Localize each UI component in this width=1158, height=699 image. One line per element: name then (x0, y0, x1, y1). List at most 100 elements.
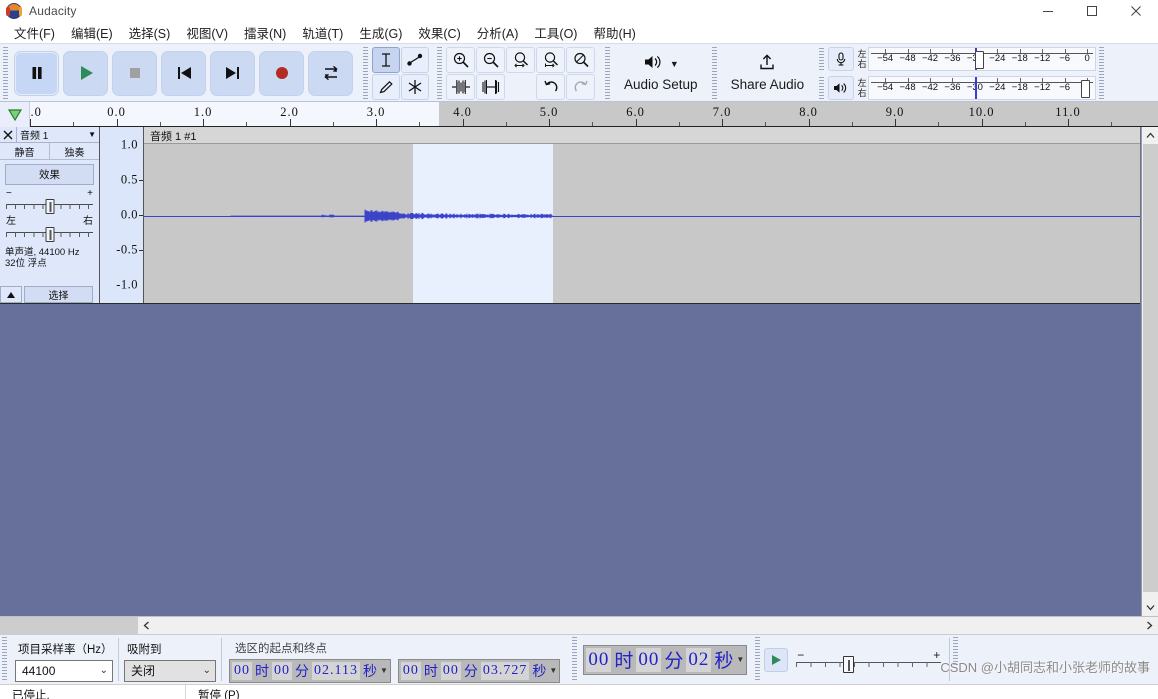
trim-audio-button[interactable] (446, 73, 475, 100)
menu-effect[interactable]: 效果(C) (410, 21, 468, 45)
share-audio-button[interactable]: Share Audio (720, 47, 815, 99)
audio-position-time[interactable]: 00 时 00 分 02 秒 ▼ (583, 644, 748, 675)
fit-selection-button[interactable] (506, 46, 535, 73)
play-button[interactable] (63, 50, 108, 96)
speed-slider-thumb[interactable] (843, 655, 855, 673)
selection-toolbar-grip[interactable] (1, 637, 9, 682)
selection-start-time[interactable]: 00 时 00 分 02.113 秒 ▼ (229, 658, 391, 683)
scroll-down-icon[interactable] (1141, 599, 1158, 616)
scroll-left-icon[interactable] (138, 617, 155, 634)
menu-analyze[interactable]: 分析(A) (469, 21, 527, 45)
timeline-ruler[interactable]: -1.0 0.0 1.0 2.0 3.0 4.0 5.0 6.0 7.0 8.0 9.0 10.0 11… (30, 102, 1158, 126)
envelope-tool-button[interactable] (401, 46, 429, 73)
tools-toolbar-grip[interactable] (362, 47, 370, 99)
playback-meter[interactable]: 左右 −54−48−42−36−30−24−18−12−60 (817, 75, 1097, 101)
pan-right-label: 右 (83, 216, 93, 227)
dock-end-grip[interactable] (1098, 47, 1107, 99)
play-at-speed-grip[interactable] (754, 637, 763, 682)
menu-tracks[interactable]: 轨道(T) (294, 21, 351, 45)
solo-button[interactable]: 独奏 (50, 143, 99, 159)
meter-tick-label: −24 (989, 52, 1006, 64)
undo-button[interactable] (536, 73, 565, 100)
menu-view[interactable]: 视图(V) (178, 21, 236, 45)
mute-button[interactable]: 静音 (0, 143, 50, 159)
menu-edit[interactable]: 编辑(E) (63, 21, 121, 45)
menu-generate[interactable]: 生成(G) (351, 21, 410, 45)
chevron-down-icon[interactable]: ▼ (735, 655, 746, 664)
gain-slider[interactable]: − + (6, 188, 93, 216)
horizontal-scrollbar[interactable] (0, 616, 1158, 634)
audio-setup-grip[interactable] (604, 47, 612, 99)
playback-speed-slider[interactable]: − + (796, 647, 942, 673)
multi-tool-button[interactable] (401, 73, 429, 100)
zoom-out-button[interactable] (476, 46, 505, 73)
menu-select[interactable]: 选择(S) (121, 21, 179, 45)
selection-end-time[interactable]: 00 时 00 分 03.727 秒 ▼ (397, 658, 561, 683)
pan-slider-thumb[interactable] (45, 227, 54, 242)
audio-clip[interactable]: 音频 1 #1 (144, 127, 1140, 303)
playback-meter-grip[interactable] (818, 76, 827, 101)
menu-transport[interactable]: 擂录(N) (236, 21, 294, 45)
pinned-play-head-icon[interactable] (0, 102, 30, 127)
loop-button[interactable] (308, 50, 353, 96)
menu-tools[interactable]: 工具(O) (526, 21, 585, 45)
effects-button[interactable]: 效果 (5, 164, 94, 185)
zoom-toggle-button[interactable] (566, 46, 595, 73)
chevron-down-icon[interactable]: ▼ (548, 666, 559, 675)
speaker-wave-icon[interactable] (828, 75, 855, 100)
menu-help[interactable]: 帮助(H) (585, 21, 643, 45)
select-track-button[interactable]: 选择 (24, 286, 93, 303)
selection-range-label: 选区的起点和终点 (235, 642, 327, 655)
close-track-icon[interactable] (0, 127, 16, 143)
time-toolbar-grip[interactable] (571, 637, 580, 682)
project-rate-select[interactable]: 44100 ⌄ (15, 659, 113, 682)
transport-toolbar-grip[interactable] (2, 47, 10, 99)
timeline-ruler-row: -1.0 0.0 1.0 2.0 3.0 4.0 5.0 6.0 7.0 8.0 9.0 10.0 11… (0, 102, 1158, 127)
zoom-in-button[interactable] (446, 46, 475, 73)
playback-meter-bar[interactable]: −54−48−42−36−30−24−18−12−60 (868, 75, 1097, 100)
recording-meter-bar[interactable]: −54−48−42−36−30−24−18−12−60 (868, 46, 1097, 71)
timeline-tick-label: 8.0 (799, 105, 818, 119)
skip-to-end-button[interactable] (210, 50, 255, 96)
stop-button[interactable] (112, 50, 157, 96)
vertical-scroll-thumb[interactable] (1143, 144, 1158, 592)
pan-slider[interactable]: 左 右 (6, 216, 93, 244)
scroll-right-icon[interactable] (1141, 617, 1158, 634)
track-vertical-ruler[interactable]: 1.0 0.5 0.0 -0.5 -1.0 (100, 127, 144, 303)
meter-slider-thumb[interactable] (1081, 79, 1091, 98)
waveform-display[interactable]: 音频 1 #1 (144, 127, 1140, 303)
horizontal-scroll-trough[interactable] (0, 617, 1141, 634)
microphone-icon[interactable] (828, 46, 855, 71)
horizontal-scroll-thumb[interactable] (0, 617, 138, 634)
play-at-speed-icon[interactable] (764, 647, 789, 672)
selection-tool-button[interactable] (372, 46, 400, 73)
share-audio-grip[interactable] (710, 47, 719, 99)
track-name-dropdown[interactable]: 音频 1 ▼ (16, 127, 99, 143)
edit-toolbar-grip[interactable] (436, 47, 444, 99)
close-button[interactable] (1114, 0, 1158, 22)
record-button[interactable] (259, 50, 304, 96)
snap-to-select[interactable]: 关闭 ⌄ (124, 659, 216, 682)
transport-toolbar (0, 45, 354, 101)
fit-project-button[interactable] (536, 46, 565, 73)
recording-meter-grip[interactable] (818, 47, 827, 72)
collapse-up-icon[interactable] (0, 286, 22, 303)
clip-title[interactable]: 音频 1 #1 (144, 127, 1140, 144)
chevron-down-icon[interactable]: ▼ (379, 666, 390, 675)
recording-meter[interactable]: 左右 −54−48−42−36−30−24−18−12−60 (817, 46, 1097, 72)
silence-audio-button[interactable] (476, 73, 505, 100)
maximize-button[interactable] (1070, 0, 1114, 22)
draw-tool-button[interactable] (372, 73, 400, 100)
pause-button[interactable] (14, 50, 59, 96)
vertical-scrollbar[interactable] (1141, 127, 1158, 616)
meter-slider-thumb[interactable] (975, 50, 985, 69)
scroll-up-icon[interactable] (1141, 127, 1158, 144)
audio-setup-button[interactable]: ▼ Audio Setup (614, 47, 708, 99)
skip-to-start-button[interactable] (161, 50, 206, 96)
gain-slider-thumb[interactable] (45, 199, 54, 214)
redo-button[interactable] (566, 73, 595, 100)
clip-waveform[interactable] (144, 144, 1140, 303)
menu-file[interactable]: 文件(F) (6, 21, 63, 45)
minimize-button[interactable] (1026, 0, 1070, 22)
sel-start-hours: 00 (232, 661, 252, 680)
